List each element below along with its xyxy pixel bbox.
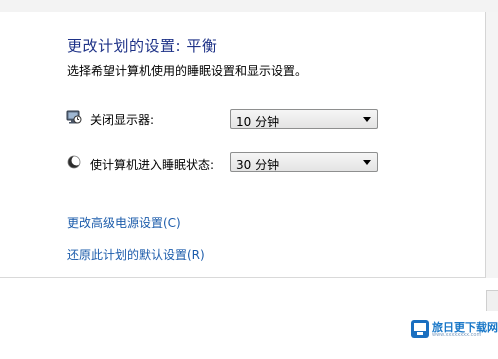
sleep-select[interactable]: 30 分钟 — [230, 152, 378, 172]
panel-right-edge — [486, 12, 498, 278]
display-off-select[interactable]: 10 分钟 — [230, 109, 378, 129]
page-title: 更改计划的设置: 平衡 — [67, 37, 218, 55]
display-off-select-value: 10 分钟 — [236, 115, 280, 129]
chevron-down-icon — [363, 160, 371, 165]
watermark-logo-icon — [410, 319, 430, 339]
advanced-power-settings-link[interactable]: 更改高级电源设置(C) — [67, 214, 181, 231]
restore-defaults-link[interactable]: 还原此计划的默认设置(R) — [67, 246, 205, 263]
sleep-label: 使计算机进入睡眠状态: — [90, 158, 215, 172]
page-subtitle: 选择希望计算机使用的睡眠设置和显示设置。 — [67, 64, 308, 78]
watermark-subtext: www.xxxxxxxx.com — [432, 332, 482, 338]
monitor-clock-icon — [66, 109, 82, 125]
watermark: 旅日更下载网 www.xxxxxxxx.com — [410, 318, 498, 340]
chevron-down-icon — [363, 117, 371, 122]
display-off-label: 关闭显示器: — [90, 113, 155, 127]
sleep-select-value: 30 分钟 — [236, 158, 280, 172]
moon-icon — [66, 154, 82, 170]
scroll-handle[interactable] — [486, 290, 498, 311]
